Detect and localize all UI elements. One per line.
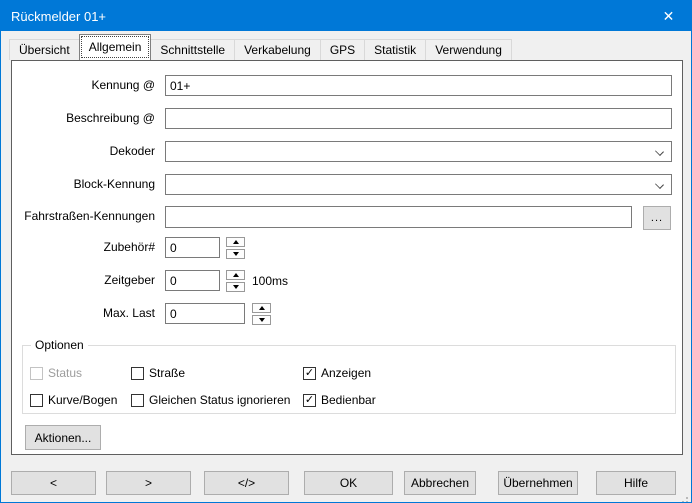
options-groupbox: Optionen Status Straße ✓ Anzeigen Kurve/…	[22, 345, 676, 414]
checkbox-bedienbar[interactable]: ✓ Bedienbar	[303, 393, 376, 407]
zubehoer-input[interactable]	[165, 237, 220, 258]
close-button[interactable]: ✕	[646, 1, 691, 31]
form-row: Block-Kennung	[12, 174, 682, 198]
next-button[interactable]: >	[106, 471, 191, 495]
max-last-input[interactable]	[165, 303, 245, 324]
checkbox-box	[131, 367, 144, 380]
dekoder-label: Dekoder	[12, 141, 155, 162]
checkbox-label: Kurve/Bogen	[48, 393, 117, 407]
tab-schnittstelle[interactable]: Schnittstelle	[150, 39, 235, 60]
chevron-down-icon	[655, 147, 664, 156]
zubehoer-label: Zubehör#	[12, 237, 155, 258]
checkbox-box: ✓	[303, 394, 316, 407]
checkbox-label: Straße	[149, 366, 185, 380]
form-row: Fahrstraßen-Kennungen ...	[12, 206, 682, 230]
zubehoer-spin-down-button[interactable]	[226, 249, 245, 259]
zeitgeber-unit-label: 100ms	[252, 270, 288, 292]
max-last-label: Max. Last	[12, 303, 155, 324]
window-title: Rückmelder 01+	[1, 9, 646, 24]
form-row: Zeitgeber 100ms	[12, 270, 682, 294]
zubehoer-spin-up-button[interactable]	[226, 237, 245, 247]
checkbox-label: Status	[48, 366, 82, 380]
zeitgeber-spin-up-button[interactable]	[226, 270, 245, 280]
zeitgeber-spin-down-button[interactable]	[226, 282, 245, 292]
max-last-spin-down-button[interactable]	[252, 315, 271, 325]
checkbox-status: Status	[30, 366, 82, 380]
zeitgeber-spinner	[226, 270, 245, 292]
close-icon: ✕	[663, 8, 675, 25]
arrow-up-icon	[259, 306, 265, 310]
checkbox-anzeigen[interactable]: ✓ Anzeigen	[303, 366, 371, 380]
form-row: Max. Last	[12, 303, 682, 327]
uebernehmen-button[interactable]: Übernehmen	[498, 471, 578, 495]
tab-verkabelung[interactable]: Verkabelung	[234, 39, 321, 60]
kennung-label: Kennung @	[12, 75, 155, 96]
zeitgeber-label: Zeitgeber	[12, 270, 155, 291]
fahrstrassen-label: Fahrstraßen-Kennungen	[12, 206, 155, 227]
checkbox-gleichen-status-ignorieren[interactable]: Gleichen Status ignorieren	[131, 393, 290, 407]
options-legend: Optionen	[31, 338, 88, 352]
checkbox-kurve-bogen[interactable]: Kurve/Bogen	[30, 393, 117, 407]
checkbox-box	[30, 394, 43, 407]
checkbox-box	[131, 394, 144, 407]
arrow-down-icon	[259, 318, 265, 322]
ok-button[interactable]: OK	[304, 471, 393, 495]
block-kennung-select[interactable]	[165, 174, 672, 195]
form-row: Zubehör#	[12, 237, 682, 261]
form-row: Beschreibung @	[12, 108, 682, 132]
code-view-button[interactable]: </>	[204, 471, 289, 495]
checkbox-label: Anzeigen	[321, 366, 371, 380]
max-last-spin-up-button[interactable]	[252, 303, 271, 313]
tab-page-allgemein: Kennung @ Beschreibung @ Dekoder Block-K…	[11, 60, 683, 455]
max-last-spinner	[252, 303, 271, 325]
tab-gps[interactable]: GPS	[320, 39, 365, 60]
beschreibung-input[interactable]	[165, 108, 672, 129]
checkbox-label: Gleichen Status ignorieren	[149, 393, 290, 407]
zeitgeber-input[interactable]	[165, 270, 220, 291]
dialog-rueckmelder: Rückmelder 01+ ✕ Übersicht Allgemein Sch…	[0, 0, 692, 503]
form-row: Kennung @	[12, 75, 682, 99]
arrow-up-icon	[233, 273, 239, 277]
beschreibung-label: Beschreibung @	[12, 108, 155, 129]
chevron-down-icon	[655, 180, 664, 189]
arrow-down-icon	[233, 285, 239, 289]
tab-uebersicht[interactable]: Übersicht	[9, 39, 80, 60]
prev-button[interactable]: <	[11, 471, 96, 495]
form-row: Dekoder	[12, 141, 682, 165]
dekoder-select[interactable]	[165, 141, 672, 162]
arrow-up-icon	[233, 240, 239, 244]
checkbox-label: Bedienbar	[321, 393, 376, 407]
checkbox-strasse[interactable]: Straße	[131, 366, 185, 380]
aktionen-button[interactable]: Aktionen...	[25, 425, 101, 450]
block-kennung-label: Block-Kennung	[12, 174, 155, 195]
tab-strip: Übersicht Allgemein Schnittstelle Verkab…	[9, 37, 683, 60]
tab-verwendung[interactable]: Verwendung	[425, 39, 512, 60]
abbrechen-button[interactable]: Abbrechen	[404, 471, 476, 495]
kennung-input[interactable]	[165, 75, 672, 96]
arrow-down-icon	[233, 252, 239, 256]
titlebar: Rückmelder 01+ ✕	[1, 1, 691, 31]
zubehoer-spinner	[226, 237, 245, 259]
checkbox-box: ✓	[303, 367, 316, 380]
hilfe-button[interactable]: Hilfe	[596, 471, 676, 495]
resize-grip[interactable]	[686, 497, 688, 499]
tab-statistik[interactable]: Statistik	[364, 39, 426, 60]
fahrstrassen-input[interactable]	[165, 206, 632, 228]
fahrstrassen-browse-button[interactable]: ...	[643, 206, 671, 230]
checkbox-box	[30, 367, 43, 380]
tab-allgemein[interactable]: Allgemein	[79, 34, 152, 60]
